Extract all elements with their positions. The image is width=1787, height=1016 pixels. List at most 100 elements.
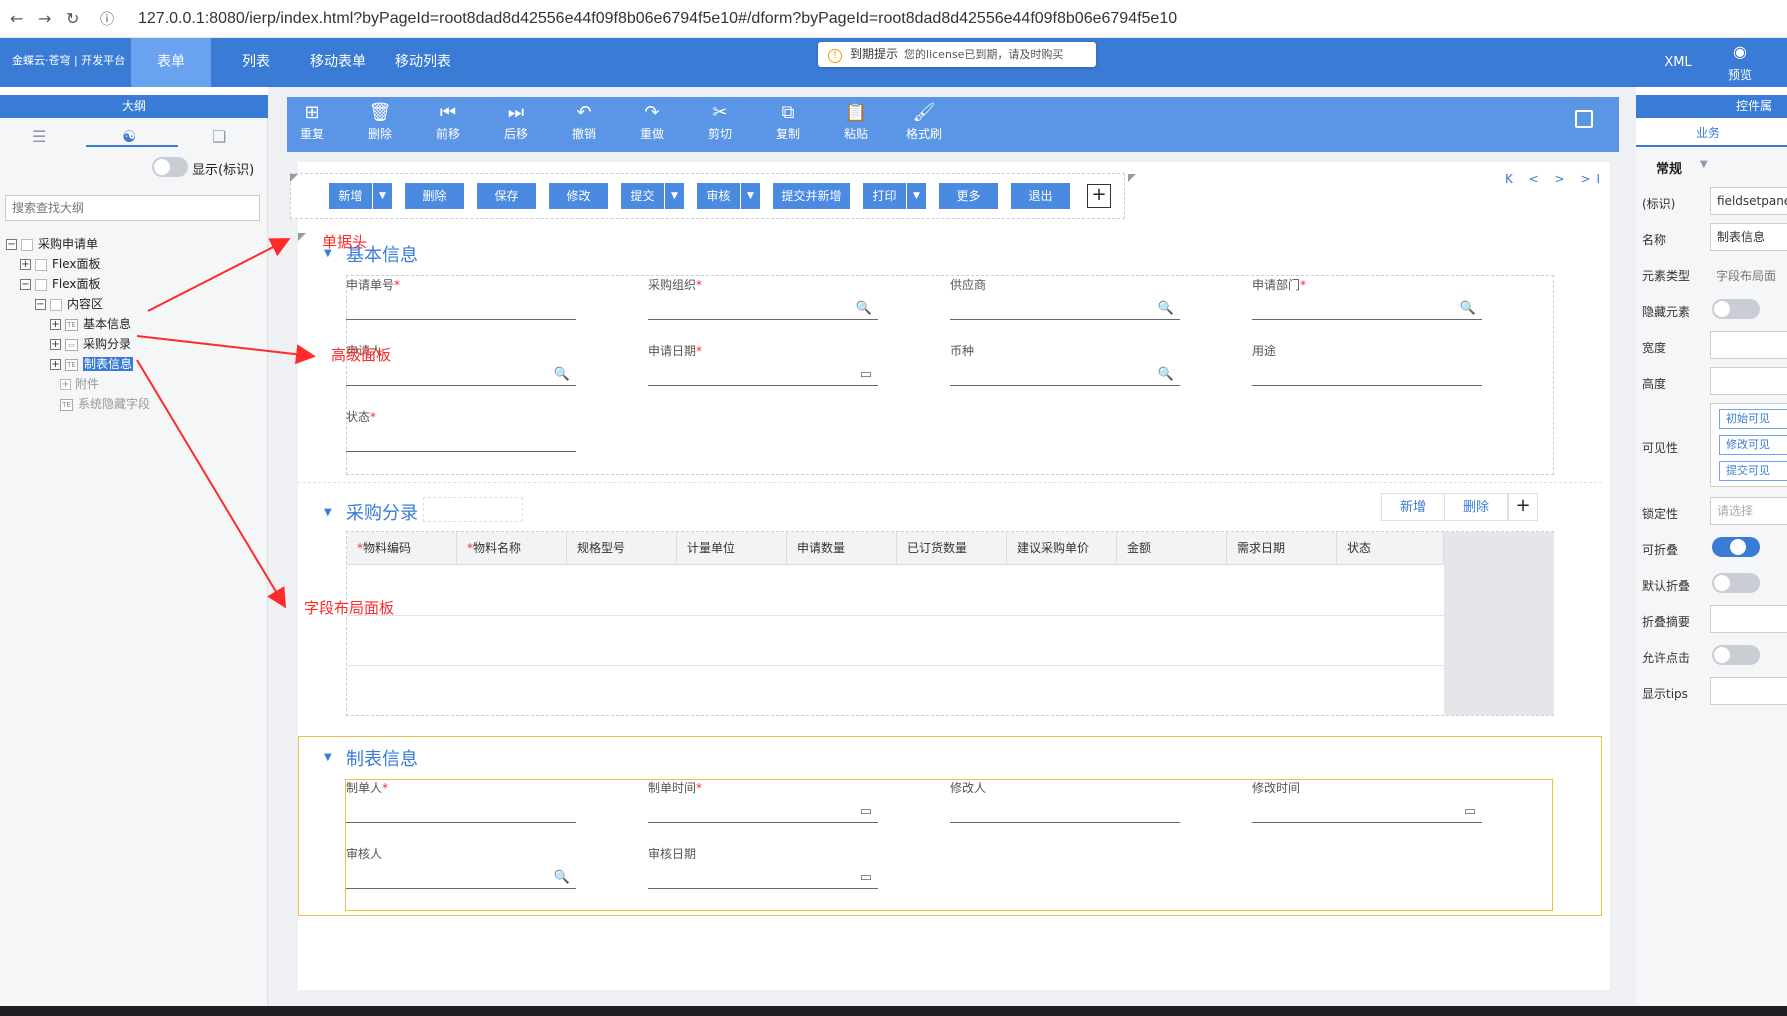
- expand-icon[interactable]: +: [20, 259, 31, 270]
- field-modify-time[interactable]: 修改时间 ▭: [1252, 779, 1482, 823]
- window-icon[interactable]: ❏: [212, 127, 226, 146]
- vis-tag-modify[interactable]: 修改可见: [1719, 435, 1787, 455]
- search-icon[interactable]: 🔍: [1158, 301, 1174, 316]
- forward-icon[interactable]: →: [38, 9, 51, 28]
- collapse-icon[interactable]: −: [20, 279, 31, 290]
- btn-modify[interactable]: 修改: [549, 183, 608, 209]
- col-amount[interactable]: 金额: [1117, 532, 1227, 565]
- prop-collapsible-toggle[interactable]: [1712, 537, 1760, 557]
- tool-paste[interactable]: 📋 粘贴: [831, 101, 881, 147]
- back-icon[interactable]: ←: [10, 9, 23, 28]
- col-suggested-price[interactable]: 建议采购单价: [1007, 532, 1117, 565]
- eye-icon[interactable]: ◉: [1722, 42, 1758, 61]
- group-general[interactable]: 常规: [1656, 158, 1682, 177]
- btn-new[interactable]: 新增 ▼: [329, 183, 392, 209]
- btn-audit[interactable]: 审核 ▼: [697, 183, 760, 209]
- chevron-down-icon[interactable]: ▼: [906, 183, 926, 209]
- col-request-qty[interactable]: 申请数量: [787, 532, 897, 565]
- col-ordered-qty[interactable]: 已订货数量: [897, 532, 1007, 565]
- tool-cut[interactable]: ✂ 剪切: [695, 101, 745, 147]
- field-purpose[interactable]: 用途: [1252, 342, 1482, 386]
- add-button-plus[interactable]: +: [1087, 184, 1111, 208]
- col-demand-date[interactable]: 需求日期: [1227, 532, 1337, 565]
- field-purchase-org[interactable]: 采购组织* 🔍: [648, 276, 878, 320]
- info-icon[interactable]: ⓘ: [100, 9, 114, 29]
- checkbox[interactable]: [35, 258, 47, 271]
- fullscreen-icon[interactable]: [1575, 110, 1593, 128]
- field-audit-date[interactable]: 审核日期 ▭: [648, 845, 878, 889]
- expand-icon[interactable]: +: [50, 339, 61, 350]
- tool-copy[interactable]: ⧉ 复制: [763, 101, 813, 147]
- collapse-caret-icon[interactable]: ▼: [324, 507, 332, 518]
- pager-controls[interactable]: K < > >I: [1505, 172, 1606, 186]
- chevron-down-icon[interactable]: ▼: [664, 183, 684, 209]
- field-request-no[interactable]: 申请单号*: [346, 276, 576, 320]
- tree-item-basic-info[interactable]: + TE 基本信息: [50, 315, 131, 333]
- prop-tips-input[interactable]: [1710, 677, 1787, 705]
- prop-hidden-toggle[interactable]: [1712, 299, 1760, 319]
- field-creator[interactable]: 制单人*: [346, 779, 576, 823]
- field-request-dept[interactable]: 申请部门* 🔍: [1252, 276, 1482, 320]
- search-icon[interactable]: 🔍: [1158, 367, 1174, 382]
- tool-delete[interactable]: 🗑 删除: [355, 101, 405, 147]
- field-status[interactable]: 状态*: [346, 408, 576, 452]
- calendar-icon[interactable]: ▭: [860, 367, 872, 382]
- tree-item-flex2[interactable]: − Flex面板: [20, 275, 101, 293]
- tree-item-content[interactable]: − 内容区: [35, 295, 103, 313]
- vis-tag-submit[interactable]: 提交可见: [1719, 461, 1787, 481]
- prop-name-input[interactable]: 制表信息: [1710, 223, 1787, 251]
- nav-list[interactable]: 列表: [222, 38, 290, 87]
- btn-submit[interactable]: 提交 ▼: [621, 183, 684, 209]
- preview-button[interactable]: 预览: [1722, 66, 1758, 83]
- tree-item-tabulation-info[interactable]: + TE 制表信息: [50, 355, 134, 373]
- prop-id-input[interactable]: fieldsetpane: [1710, 187, 1787, 215]
- btn-delete[interactable]: 删除: [405, 183, 464, 209]
- search-icon[interactable]: 🔍: [554, 367, 570, 382]
- field-auditor[interactable]: 审核人 🔍: [346, 845, 576, 889]
- tool-format-painter[interactable]: 🖌 格式刷: [899, 101, 949, 147]
- prop-collapse-summary-input[interactable]: [1710, 605, 1787, 633]
- tool-move-forward[interactable]: ⏮ 前移: [423, 101, 473, 147]
- tree-item-hidden-fields[interactable]: TE 系统隐藏字段: [60, 395, 150, 413]
- checkbox[interactable]: [21, 238, 33, 251]
- col-status[interactable]: 状态: [1337, 532, 1444, 565]
- prop-allow-click-toggle[interactable]: [1712, 645, 1760, 665]
- col-material-name[interactable]: *物料名称: [457, 532, 567, 565]
- collapse-caret-icon[interactable]: ▼: [324, 752, 332, 763]
- expand-icon[interactable]: +: [50, 359, 61, 370]
- tree-item-root[interactable]: − 采购申请单: [6, 235, 98, 253]
- vis-tag-initial[interactable]: 初始可见: [1719, 409, 1787, 429]
- btn-print[interactable]: 打印 ▼: [863, 183, 926, 209]
- tree-item-attachment[interactable]: + 附件: [60, 375, 99, 393]
- tool-undo[interactable]: ↶ 撤销: [559, 101, 609, 147]
- calendar-icon[interactable]: ▭: [1464, 804, 1476, 819]
- chevron-down-icon[interactable]: ▼: [740, 183, 760, 209]
- nav-mobile-form[interactable]: 移动表单: [302, 38, 374, 87]
- checkbox[interactable]: [50, 298, 62, 311]
- layers-icon[interactable]: ☰: [32, 127, 46, 146]
- btn-submit-and-new[interactable]: 提交并新增: [773, 183, 850, 209]
- field-currency[interactable]: 币种 🔍: [950, 342, 1180, 386]
- tool-redo[interactable]: ↷ 重做: [627, 101, 677, 147]
- collapse-icon[interactable]: −: [6, 239, 17, 250]
- address-bar[interactable]: 127.0.0.1:8080/ierp/index.html?byPageId=…: [138, 10, 1177, 28]
- collapse-icon[interactable]: −: [35, 299, 46, 310]
- field-modifier[interactable]: 修改人: [950, 779, 1180, 823]
- search-icon[interactable]: 🔍: [856, 301, 872, 316]
- tree-item-flex1[interactable]: + Flex面板: [20, 255, 101, 273]
- field-supplier[interactable]: 供应商 🔍: [950, 276, 1180, 320]
- nav-form[interactable]: 表单: [131, 38, 211, 87]
- xml-button[interactable]: XML: [1660, 38, 1696, 87]
- col-unit[interactable]: 计量单位: [677, 532, 787, 565]
- btn-exit[interactable]: 退出: [1011, 183, 1070, 209]
- tree-item-purchase-entries[interactable]: + ▭ 采购分录: [50, 335, 131, 353]
- entries-plus-button[interactable]: +: [1508, 493, 1538, 521]
- calendar-icon[interactable]: ▭: [860, 870, 872, 885]
- field-request-date[interactable]: 申请日期* ▭: [648, 342, 878, 386]
- tabulation-info-panel-selected[interactable]: [298, 736, 1602, 916]
- col-material-code[interactable]: *物料编码: [347, 532, 457, 565]
- expand-icon[interactable]: +: [60, 379, 71, 390]
- entries-add-button[interactable]: 新增: [1381, 493, 1445, 521]
- field-create-time[interactable]: 制单时间* ▭: [648, 779, 878, 823]
- search-icon[interactable]: 🔍: [554, 870, 570, 885]
